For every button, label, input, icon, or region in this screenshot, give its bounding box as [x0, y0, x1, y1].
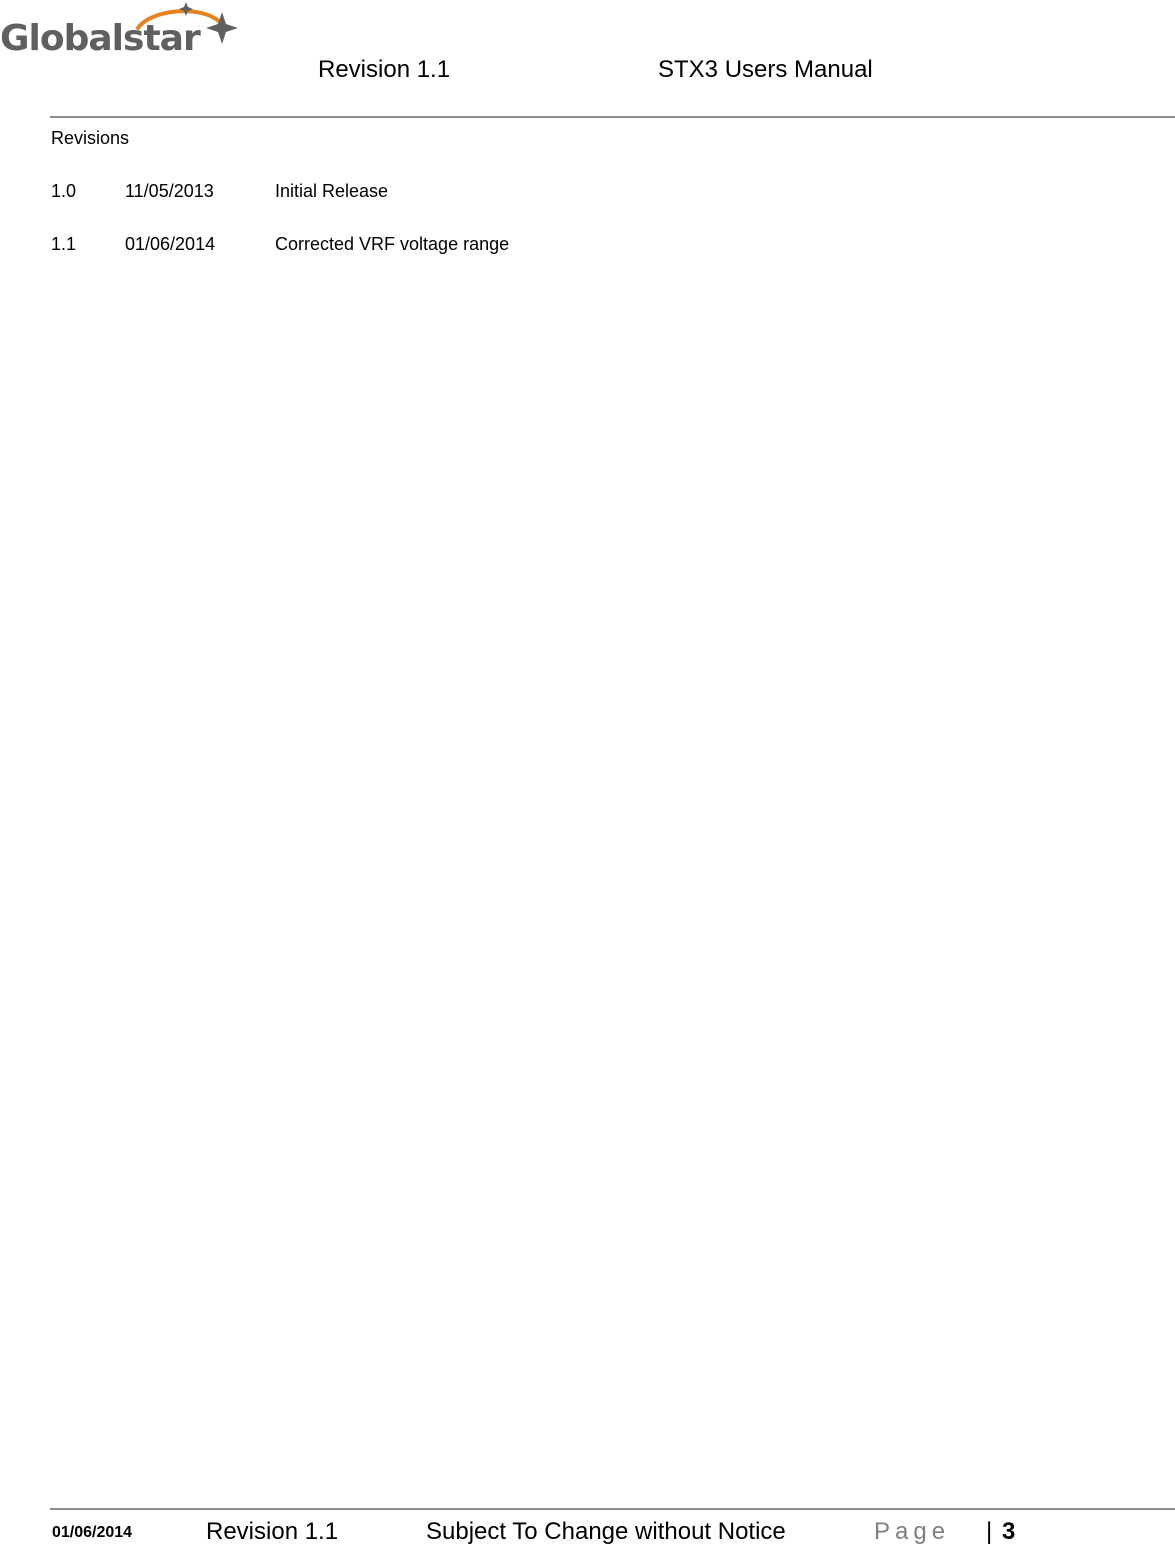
- page-footer: 01/06/2014 Revision 1.1 Subject To Chang…: [52, 1518, 1152, 1548]
- revision-version: 1.0: [51, 181, 77, 201]
- header-divider: [50, 116, 1175, 118]
- footer-page-number: 3: [1002, 1518, 1016, 1545]
- revision-description: Initial Release: [275, 181, 389, 201]
- footer-date: 01/06/2014: [52, 1524, 133, 1541]
- header-title: STX3 Users Manual: [658, 56, 873, 83]
- logo-text: Globalstar: [0, 18, 201, 59]
- revision-description: Corrected VRF voltage range: [275, 234, 510, 254]
- footer-notice: Subject To Change without Notice: [426, 1518, 786, 1545]
- footer-revision: Revision 1.1: [206, 1518, 339, 1545]
- section-title: Revisions: [51, 128, 130, 148]
- footer-divider: [50, 1508, 1175, 1510]
- revision-date: 11/05/2013: [125, 181, 214, 201]
- footer-page-label: Page: [874, 1518, 951, 1545]
- revision-date: 01/06/2014: [125, 234, 216, 254]
- footer-separator: |: [986, 1518, 993, 1545]
- globalstar-logo: Globalstar: [0, 0, 245, 62]
- header-revision: Revision 1.1: [318, 56, 451, 83]
- small-star-icon: [179, 2, 193, 16]
- revision-version: 1.1: [51, 234, 77, 254]
